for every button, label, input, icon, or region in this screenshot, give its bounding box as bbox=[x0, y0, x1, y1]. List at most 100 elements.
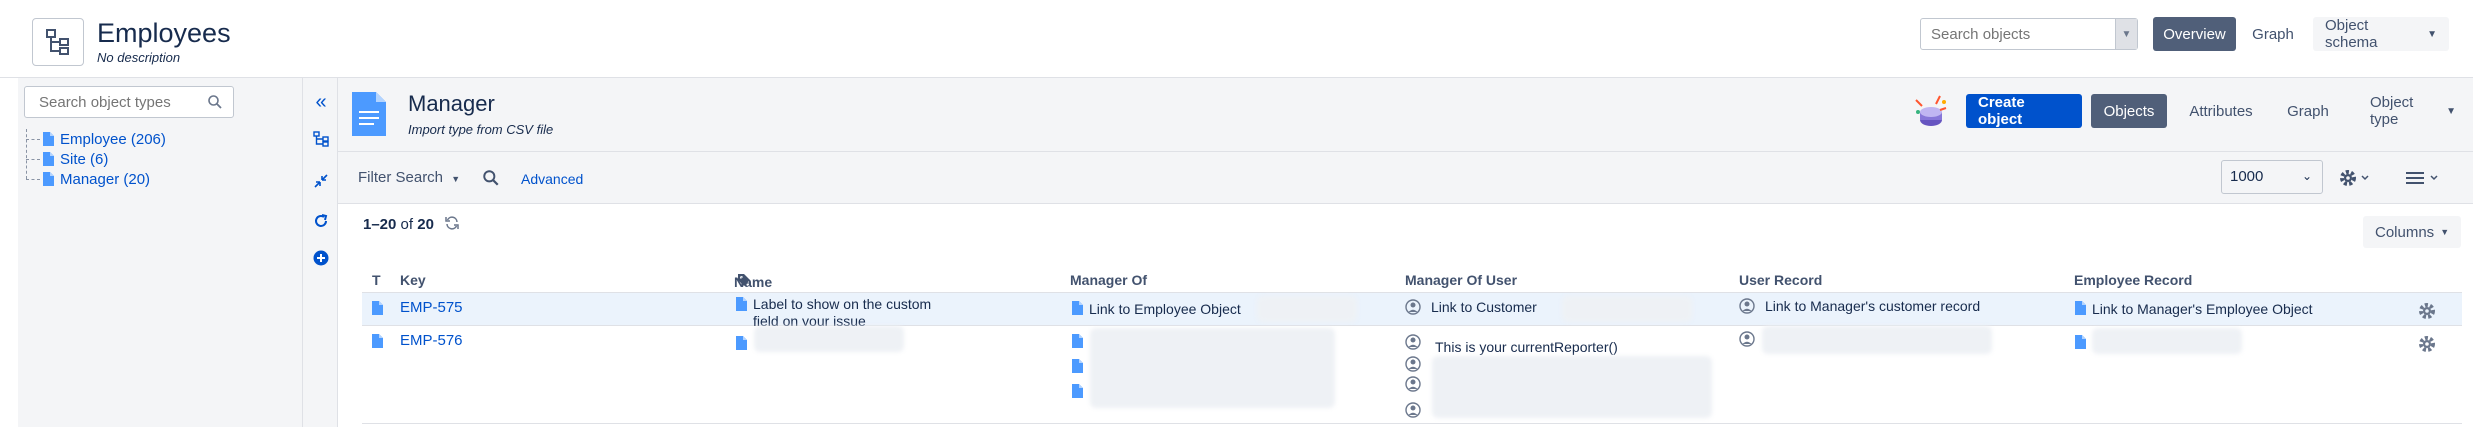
chevron-down-icon: ▼ bbox=[451, 174, 461, 184]
object-type-search[interactable] bbox=[24, 86, 234, 118]
refresh-icon[interactable] bbox=[312, 212, 330, 230]
chevron-down-icon: ▼ bbox=[2427, 28, 2437, 40]
object-search[interactable]: ▼ bbox=[1920, 18, 2138, 50]
name-text-line1: Label to show on the custom bbox=[753, 296, 932, 312]
table-row[interactable]: EMP-575 Label to show on the custom fiel… bbox=[362, 292, 2462, 329]
collapse-panel-icon[interactable]: « bbox=[312, 91, 330, 113]
graph-button[interactable]: Graph bbox=[2245, 17, 2301, 51]
schema-tree-icon bbox=[32, 18, 84, 66]
object-type-icon bbox=[2075, 335, 2086, 349]
tree-toolbar: « bbox=[302, 78, 338, 427]
redacted-value bbox=[2092, 328, 2242, 354]
object-type-icon bbox=[372, 334, 383, 348]
results-of: of bbox=[400, 216, 414, 233]
manager-of-cell[interactable]: Link to Employee Object bbox=[1072, 301, 1241, 317]
employee-record-cell[interactable]: Link to Manager's Employee Object bbox=[2075, 301, 2313, 317]
tab-attributes[interactable]: Attributes bbox=[2173, 94, 2269, 128]
hierarchy-icon[interactable] bbox=[312, 130, 330, 148]
object-key-link[interactable]: EMP-576 bbox=[400, 332, 463, 349]
advanced-search-link[interactable]: Advanced bbox=[521, 171, 583, 187]
results-range: 1–20 bbox=[363, 216, 397, 233]
object-key-link[interactable]: EMP-575 bbox=[400, 299, 463, 316]
user-record-link[interactable]: Link to Manager's customer record bbox=[1765, 298, 1980, 314]
tree-item-label[interactable]: Manager (20) bbox=[60, 171, 150, 188]
results-total: 20 bbox=[417, 216, 434, 233]
object-type-icon bbox=[372, 301, 383, 315]
object-type-icon bbox=[43, 172, 54, 186]
object-type-icon bbox=[43, 132, 54, 146]
column-manager-of[interactable]: Manager Of bbox=[1070, 272, 1147, 288]
search-icon[interactable] bbox=[207, 94, 223, 114]
object-type-icon bbox=[43, 152, 54, 166]
tree-item-employee[interactable]: Employee (206) bbox=[26, 129, 166, 149]
object-type-search-input[interactable] bbox=[25, 87, 195, 117]
object-type-icon bbox=[736, 297, 747, 311]
user-avatar-icon bbox=[1739, 298, 1755, 314]
employee-record-link[interactable]: Link to Manager's Employee Object bbox=[2092, 301, 2313, 317]
column-name[interactable]: Name bbox=[734, 272, 772, 290]
object-search-input[interactable] bbox=[1921, 19, 2111, 49]
tab-graph[interactable]: Graph bbox=[2273, 94, 2343, 128]
user-record-cell[interactable]: Link to Manager's customer record bbox=[1739, 298, 1980, 314]
object-type-tree: Employee (206) Site (6) Manager (20) bbox=[26, 129, 166, 189]
column-name-label: Name bbox=[734, 274, 773, 290]
user-avatar-icon bbox=[1739, 331, 1755, 347]
gear-icon[interactable] bbox=[2417, 334, 2437, 354]
columns-label: Columns bbox=[2375, 223, 2435, 241]
object-type-description: Import type from CSV file bbox=[408, 122, 554, 137]
tab-object-type[interactable]: Object type ▼ bbox=[2358, 94, 2468, 128]
column-key[interactable]: Key bbox=[400, 272, 426, 288]
user-avatar-icon bbox=[1405, 376, 1421, 392]
redacted-value bbox=[1432, 356, 1712, 418]
table-row[interactable]: EMP-576 This is your currentReporter() bbox=[362, 326, 2462, 424]
user-avatar-icon bbox=[1405, 356, 1421, 372]
column-type[interactable]: T bbox=[372, 272, 381, 288]
gear-icon[interactable] bbox=[2338, 168, 2372, 188]
compress-icon[interactable] bbox=[312, 172, 330, 190]
tab-objects[interactable]: Objects bbox=[2091, 94, 2167, 128]
column-user-record[interactable]: User Record bbox=[1739, 272, 1822, 288]
tree-item-manager[interactable]: Manager (20) bbox=[26, 169, 166, 189]
redacted-value bbox=[1090, 328, 1335, 408]
tree-item-label[interactable]: Employee (206) bbox=[60, 131, 166, 148]
tree-item-site[interactable]: Site (6) bbox=[26, 149, 166, 169]
filter-search-label: Filter Search bbox=[358, 169, 444, 186]
overview-button[interactable]: Overview bbox=[2153, 17, 2236, 51]
list-view-icon[interactable] bbox=[2404, 168, 2444, 188]
page-size-select[interactable]: 1000 ⌄ bbox=[2221, 160, 2323, 194]
refresh-results-icon[interactable] bbox=[444, 216, 460, 234]
create-object-button[interactable]: Create object bbox=[1966, 94, 2082, 128]
object-type-tree-panel: Employee (206) Site (6) Manager (20) bbox=[18, 78, 302, 427]
user-avatar-icon bbox=[1405, 402, 1421, 418]
columns-button[interactable]: Columns ▼ bbox=[2363, 216, 2462, 248]
manager-of-link[interactable]: Link to Employee Object bbox=[1089, 301, 1241, 317]
manager-of-user-cell[interactable]: Link to Customer bbox=[1405, 299, 1537, 315]
object-type-icon bbox=[2075, 301, 2086, 315]
tree-item-label[interactable]: Site (6) bbox=[60, 151, 108, 168]
chevron-down-icon: ⌄ bbox=[2301, 169, 2312, 183]
object-type-title: Manager bbox=[408, 91, 495, 116]
view-options-menu[interactable] bbox=[2404, 168, 2444, 192]
search-icon[interactable] bbox=[482, 169, 500, 191]
chevron-down-icon: ▼ bbox=[2440, 227, 2450, 237]
page-size-value: 1000 bbox=[2230, 168, 2264, 185]
top-header: Employees No description ▼ Overview Grap… bbox=[0, 0, 2473, 78]
add-object-type-icon[interactable] bbox=[312, 249, 330, 267]
assets-illustration-icon bbox=[1915, 95, 1947, 126]
redacted-value bbox=[754, 326, 904, 352]
column-employee-record[interactable]: Employee Record bbox=[2074, 272, 2192, 288]
table-header: T Key Name Manager Of Manager Of User Us… bbox=[362, 270, 2462, 292]
gear-icon[interactable] bbox=[2417, 301, 2437, 321]
object-schema-button[interactable]: Object schema ▼ bbox=[2313, 17, 2449, 51]
object-type-icon bbox=[1072, 334, 1083, 348]
filter-search-dropdown[interactable]: Filter Search ▼ bbox=[358, 169, 460, 186]
redacted-value bbox=[1762, 326, 1992, 354]
manager-of-user-link[interactable]: Link to Customer bbox=[1431, 299, 1537, 315]
redacted-value bbox=[1257, 296, 1357, 322]
filter-bar: Filter Search ▼ Advanced 1000 ⌄ bbox=[338, 152, 2473, 204]
column-manager-of-user[interactable]: Manager Of User bbox=[1405, 272, 1517, 288]
chevron-down-icon[interactable]: ▼ bbox=[2115, 19, 2137, 49]
manager-of-user-link[interactable]: This is your currentReporter() bbox=[1435, 339, 1618, 355]
chevron-down-icon: ▼ bbox=[2446, 105, 2456, 117]
settings-menu[interactable] bbox=[2338, 168, 2372, 192]
